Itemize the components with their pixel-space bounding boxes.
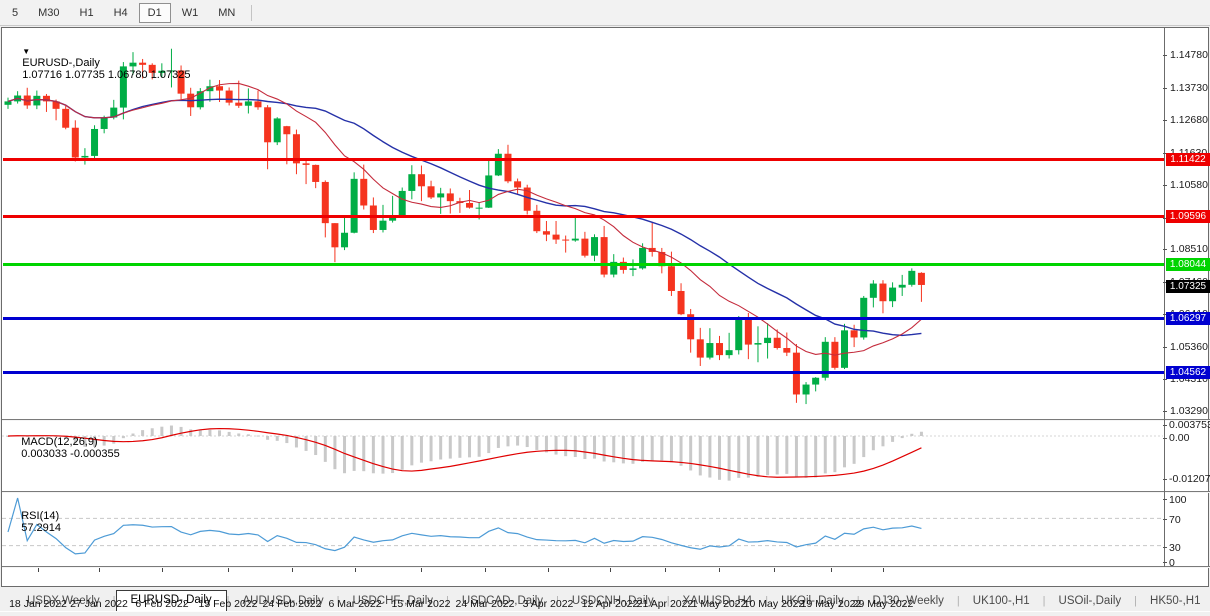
price-tick-mark [1163,379,1167,380]
symbol-dropdown-icon[interactable]: ▼ [22,47,30,56]
date-tick [774,568,775,572]
date-label: 1 May 2022 [692,598,747,610]
date-tick [355,568,356,572]
date-label: 3 Apr 2022 [523,598,574,610]
level-line-resistance-2[interactable] [3,215,1164,218]
rsi-tick-mark [1163,562,1167,563]
date-tick [38,568,39,572]
toolbar-separator [251,5,252,21]
date-tick [831,568,832,572]
period-toolbar: 5M30H1H4D1W1MN [0,0,1210,26]
price-tick-label: 1.14780 [1170,49,1208,61]
rsi-value: 57.2914 [21,522,61,534]
macd-tick-mark [1163,425,1167,426]
date-label: 12 Apr 2022 [582,598,639,610]
rsi-title: RSI(14) 57.2914 [9,498,61,546]
rsi-axis-label: 30 [1169,542,1181,554]
date-label: 27 Jan 2022 [70,598,128,610]
tab-uk100-h1[interactable]: UK100-,H1 [960,592,1043,611]
status-strip [0,611,1210,616]
macd-axis-label: -0.012075 [1169,473,1210,485]
price-tick-label: 1.10580 [1170,179,1208,191]
level-price-label-resistance-1: 1.11422 [1166,153,1210,166]
level-price-label-support-1: 1.06297 [1166,312,1210,325]
date-tick [162,568,163,572]
chart-title-ohlc: 1.07716 1.07735 1.06780 1.07325 [22,69,190,81]
price-tick-mark [1163,249,1167,250]
date-label: 6 Feb 2022 [135,598,188,610]
date-tick [421,568,422,572]
period-button-m30[interactable]: M30 [29,3,68,23]
date-label: 15 Mar 2022 [392,598,451,610]
price-tick-label: 1.03290 [1170,405,1208,417]
date-label: 24 Mar 2022 [456,598,515,610]
price-axis-divider [1164,28,1165,567]
level-line-breakout-level[interactable] [3,263,1164,266]
price-tick-label: 1.13730 [1170,82,1208,94]
macd-label: MACD(12,26,9) [21,436,97,448]
rsi-tick-mark [1163,519,1167,520]
rsi-panel[interactable] [3,493,1164,566]
period-button-5[interactable]: 5 [3,3,27,23]
period-button-mn[interactable]: MN [209,3,244,23]
period-button-h1[interactable]: H1 [71,3,103,23]
price-tick-mark [1163,347,1167,348]
date-label: 18 Jan 2022 [9,598,67,610]
level-price-label-breakout-level: 1.08044 [1166,258,1210,271]
price-tick-mark [1163,120,1167,121]
level-price-label-resistance-2: 1.09596 [1166,210,1210,223]
period-button-w1[interactable]: W1 [173,3,208,23]
price-tick-mark [1163,185,1167,186]
macd-axis-label: 0.003753 [1169,419,1210,431]
date-tick [665,568,666,572]
rsi-axis-label: 0 [1169,557,1175,569]
macd-values: 0.003033 -0.000355 [21,448,119,460]
date-label: 6 Mar 2022 [328,598,381,610]
macd-panel[interactable] [3,421,1164,491]
macd-title: MACD(12,26,9) 0.003033 -0.000355 [9,424,120,472]
macd-tick-mark [1163,479,1167,480]
date-tick [610,568,611,572]
price-tick-mark [1163,55,1167,56]
price-tick-mark [1163,88,1167,89]
date-label: 29 May 2022 [853,598,914,610]
current-price-label: 1.07325 [1166,280,1210,293]
date-tick [485,568,486,572]
chart-window: ▼ EURUSD-,Daily 1.07716 1.07735 1.06780 … [1,27,1209,587]
tab-hk50-h1[interactable]: HK50-,H1 [1137,592,1210,611]
rsi-tick-mark [1163,499,1167,500]
chart-title: ▼ EURUSD-,Daily 1.07716 1.07735 1.06780 … [10,33,190,93]
date-label: 10 May 2022 [744,598,805,610]
date-tick [99,568,100,572]
macd-tick-mark [1163,438,1167,439]
rsi-axis-label: 70 [1169,514,1181,526]
tab-usoil-daily[interactable]: USOil-,Daily [1046,592,1135,611]
period-button-h4[interactable]: H4 [105,3,137,23]
price-tick-mark [1163,411,1167,412]
date-tick [292,568,293,572]
rsi-axis-label: 100 [1169,494,1187,506]
date-tick [883,568,884,572]
price-tick-label: 1.08510 [1170,243,1208,255]
rsi-dateaxis-splitter [2,566,1210,568]
date-tick [548,568,549,572]
date-label: 24 Feb 2022 [263,598,322,610]
date-label: 21 Apr 2022 [637,598,694,610]
date-label: 15 Feb 2022 [199,598,258,610]
price-tick-label: 1.05360 [1170,341,1208,353]
price-tick-label: 1.12680 [1170,114,1208,126]
rsi-tick-mark [1163,547,1167,548]
rsi-label: RSI(14) [21,510,59,522]
date-tick [719,568,720,572]
level-line-resistance-1[interactable] [3,158,1164,161]
level-line-support-2[interactable] [3,371,1164,374]
level-line-support-1[interactable] [3,317,1164,320]
macd-axis-label: 0.00 [1169,432,1189,444]
level-price-label-support-2: 1.04562 [1166,366,1210,379]
date-tick [228,568,229,572]
period-button-d1[interactable]: D1 [139,3,171,23]
chart-title-symbol: EURUSD-,Daily [22,57,100,69]
